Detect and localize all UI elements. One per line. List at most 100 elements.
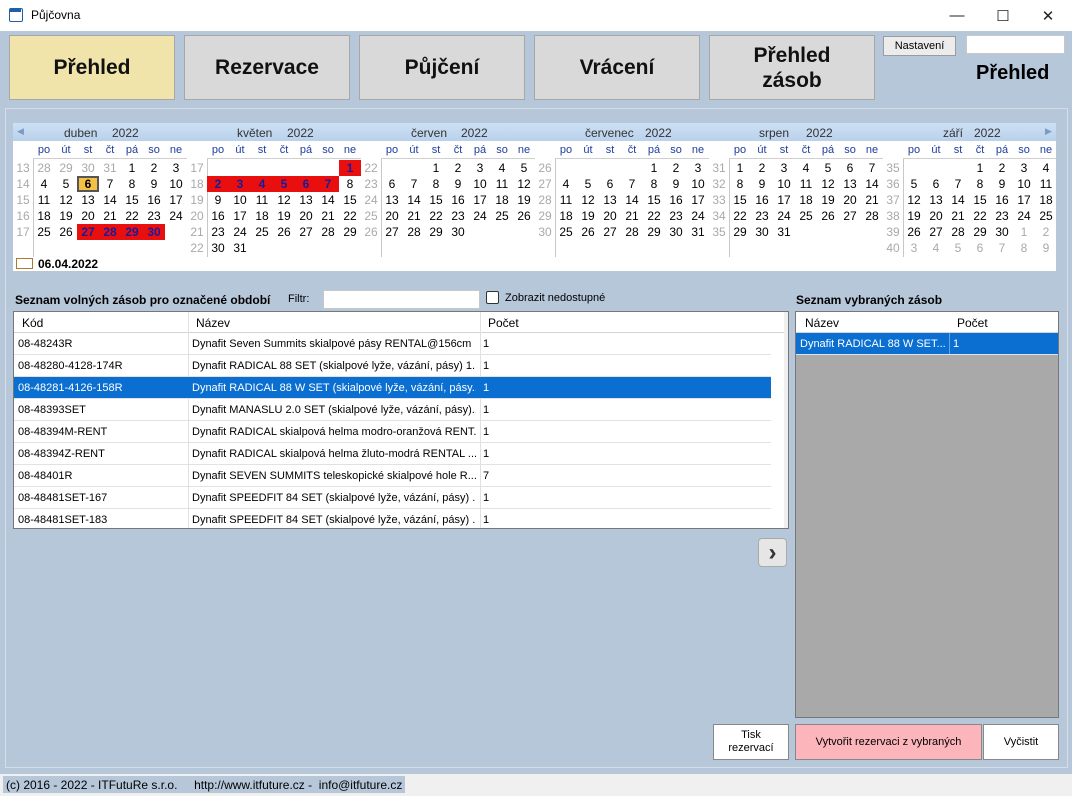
calendar-day[interactable]: 14: [403, 192, 425, 208]
calendar-day[interactable]: 26: [577, 224, 599, 240]
calendar-day[interactable]: 21: [403, 208, 425, 224]
calendar-day[interactable]: 12: [817, 176, 839, 192]
month-year[interactable]: 2022: [974, 126, 1001, 140]
table-row[interactable]: 08-48481SET-183 Dynafit SPEEDFIT 84 SET (…: [14, 509, 771, 528]
table-row[interactable]: 08-48481SET-167 Dynafit SPEEDFIT 84 SET (…: [14, 487, 771, 509]
calendar-day[interactable]: 13: [381, 192, 403, 208]
calendar-day[interactable]: 4: [555, 176, 577, 192]
filter-input[interactable]: [323, 290, 480, 309]
calendar-day[interactable]: 9: [991, 176, 1013, 192]
calendar-day[interactable]: 18: [33, 208, 55, 224]
calendar-day[interactable]: 15: [729, 192, 751, 208]
table-row[interactable]: 08-48401R Dynafit SEVEN SUMMITS teleskopi…: [14, 465, 771, 487]
calendar-day[interactable]: 15: [643, 192, 665, 208]
calendar-day[interactable]: 5: [817, 160, 839, 176]
calendar-day[interactable]: 23: [991, 208, 1013, 224]
calendar-day[interactable]: 9: [207, 192, 229, 208]
calendar-day[interactable]: 13: [839, 176, 861, 192]
calendar-day[interactable]: 21: [861, 192, 883, 208]
calendar-day[interactable]: 6: [925, 176, 947, 192]
calendar-day[interactable]: 28: [947, 224, 969, 240]
calendar-day[interactable]: 3: [903, 240, 925, 256]
calendar-day[interactable]: 3: [469, 160, 491, 176]
calendar-day[interactable]: 28: [621, 224, 643, 240]
calendar-day[interactable]: 8: [425, 176, 447, 192]
calendar-day[interactable]: 16: [143, 192, 165, 208]
calendar-day[interactable]: 31: [99, 160, 121, 176]
calendar-day[interactable]: 16: [207, 208, 229, 224]
calendar-day[interactable]: 9: [447, 176, 469, 192]
calendar-day[interactable]: 6: [839, 160, 861, 176]
table-row[interactable]: 08-48280-4128-174R Dynafit RADICAL 88 SET…: [14, 355, 771, 377]
calendar-day[interactable]: 17: [1013, 192, 1035, 208]
calendar-day[interactable]: 29: [425, 224, 447, 240]
calendar-day[interactable]: 28: [861, 208, 883, 224]
calendar-day[interactable]: 25: [33, 224, 55, 240]
calendar-day[interactable]: 20: [295, 208, 317, 224]
calendar-day[interactable]: 20: [839, 192, 861, 208]
calendar-day[interactable]: 31: [687, 224, 709, 240]
available-grid[interactable]: Kód Název Počet 08-48243R Dynafit Seven S…: [13, 311, 789, 529]
calendar-day-reserved[interactable]: 27: [77, 224, 99, 240]
top-right-input[interactable]: [966, 35, 1065, 54]
calendar-day[interactable]: 22: [425, 208, 447, 224]
calendar-day[interactable]: 4: [1035, 160, 1057, 176]
calendar-day[interactable]: 27: [295, 224, 317, 240]
calendar-day[interactable]: 10: [1013, 176, 1035, 192]
calendar-day-reserved[interactable]: 1: [339, 160, 361, 176]
selected-grid[interactable]: Název Počet Dynafit RADICAL 88 W SET... 1: [795, 311, 1059, 718]
calendar-day[interactable]: 21: [99, 208, 121, 224]
calendar-day[interactable]: 16: [447, 192, 469, 208]
calendar-day[interactable]: 1: [1013, 224, 1035, 240]
show-unavailable-label[interactable]: Zobrazit nedostupné: [505, 292, 605, 304]
calendar-day[interactable]: 10: [469, 176, 491, 192]
tab-prehled-zasob[interactable]: Přehled zásob: [709, 35, 875, 100]
calendar-day[interactable]: 14: [99, 192, 121, 208]
calendar-day[interactable]: 12: [577, 192, 599, 208]
calendar-day[interactable]: 10: [773, 176, 795, 192]
calendar-day[interactable]: 11: [251, 192, 273, 208]
calendar-day[interactable]: 6: [599, 176, 621, 192]
calendar-day[interactable]: 3: [687, 160, 709, 176]
calendar-day[interactable]: 9: [143, 176, 165, 192]
calendar-day[interactable]: 8: [729, 176, 751, 192]
calendar-day[interactable]: 26: [273, 224, 295, 240]
calendar-day[interactable]: 8: [643, 176, 665, 192]
maximize-button[interactable]: ☐: [980, 0, 1026, 31]
calendar-day-reserved[interactable]: 7: [317, 176, 339, 192]
calendar-day[interactable]: 19: [55, 208, 77, 224]
tab-rezervace[interactable]: Rezervace: [184, 35, 350, 100]
calendar-day-today[interactable]: 6: [77, 176, 99, 192]
calendar-day[interactable]: 1: [729, 160, 751, 176]
calendar-day[interactable]: 13: [599, 192, 621, 208]
calendar-day[interactable]: 18: [1035, 192, 1057, 208]
calendar-day-reserved[interactable]: 4: [251, 176, 273, 192]
calendar-day[interactable]: 31: [229, 240, 251, 256]
table-row[interactable]: 08-48393SET Dynafit MANASLU 2.0 SET (skia…: [14, 399, 771, 421]
calendar-prev-arrow-icon[interactable]: ◀: [17, 126, 24, 137]
calendar-day[interactable]: 7: [861, 160, 883, 176]
calendar-day[interactable]: 2: [143, 160, 165, 176]
calendar-day[interactable]: 18: [491, 192, 513, 208]
calendar-day[interactable]: 9: [751, 176, 773, 192]
tab-pujceni[interactable]: Půjčení: [359, 35, 525, 100]
calendar-day[interactable]: 5: [513, 160, 535, 176]
calendar-day[interactable]: 15: [425, 192, 447, 208]
add-selected-arrow-button[interactable]: ›: [758, 538, 787, 567]
calendar-day[interactable]: 30: [77, 160, 99, 176]
calendar-day[interactable]: 28: [33, 160, 55, 176]
calendar-day[interactable]: 21: [317, 208, 339, 224]
calendar-day[interactable]: 1: [425, 160, 447, 176]
calendar-day-reserved[interactable]: 5: [273, 176, 295, 192]
calendar-next-arrow-icon[interactable]: ▶: [1045, 126, 1052, 137]
table-row[interactable]: 08-48281-4126-158R Dynafit RADICAL 88 W S…: [14, 377, 771, 399]
calendar-day[interactable]: 6: [381, 176, 403, 192]
calendar-day[interactable]: 22: [969, 208, 991, 224]
calendar-day[interactable]: 24: [773, 208, 795, 224]
calendar-day-reserved[interactable]: 29: [121, 224, 143, 240]
calendar-day[interactable]: 17: [687, 192, 709, 208]
calendar-day[interactable]: 2: [447, 160, 469, 176]
calendar-day[interactable]: 11: [555, 192, 577, 208]
calendar-day[interactable]: 31: [773, 224, 795, 240]
calendar-day[interactable]: 23: [207, 224, 229, 240]
